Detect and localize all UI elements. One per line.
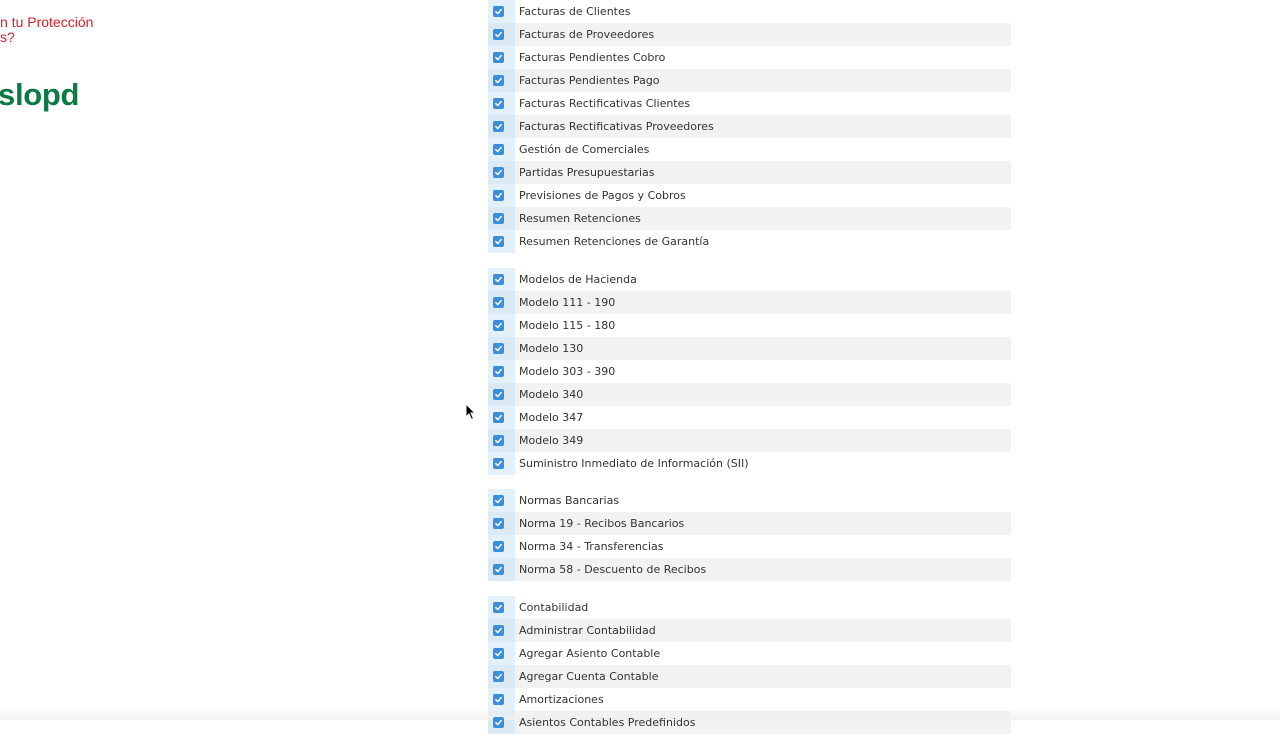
checkbox-checked-icon[interactable] [493,296,504,308]
permission-row: Normas Bancarias [488,489,1011,512]
permissions-list: Facturas de Clientes Facturas de Proveedo… [488,0,1011,748]
permission-label: Norma 19 - Recibos Bancarios [519,517,685,530]
checkbox-checked-icon[interactable] [493,190,504,201]
checkbox-checked-icon[interactable] [493,457,504,469]
permission-label: Modelo 111 - 190 [519,295,616,309]
permission-label: Suministro Inmediato de Información (SII… [519,456,749,470]
checkbox-checked-icon[interactable] [493,670,504,682]
permission-row: Norma 19 - Recibos Bancarios [488,512,1011,535]
permission-label: Administrar Contabilidad [519,623,656,637]
permission-label: Facturas Rectificativas Proveedores [519,120,714,133]
permission-row: Facturas Rectificativas Proveedores [488,115,1011,138]
permission-row: Agregar Cuenta Contable [488,664,1011,688]
permission-label: Facturas Pendientes Pago [519,74,660,87]
permission-row: Facturas Pendientes Cobro [488,46,1011,69]
checkbox-checked-icon[interactable] [493,518,504,529]
checkbox-checked-icon[interactable] [493,541,504,552]
permission-label: Modelo 303 - 390 [519,364,616,378]
permission-label: Modelo 347 [519,410,584,424]
checkbox-checked-icon[interactable] [493,6,504,17]
permission-row: Administrar Contabilidad [488,618,1011,642]
checkbox-checked-icon[interactable] [493,365,504,377]
permission-row: Facturas Rectificativas Clientes [488,92,1011,115]
permission-row: Facturas de Proveedores [488,23,1011,46]
permission-row: Previsiones de Pagos y Cobros [488,184,1011,207]
permission-row: Resumen Retenciones [488,207,1011,230]
permission-row: Facturas Pendientes Pago [488,69,1011,92]
permission-row: Modelo 130 [488,336,1011,360]
permission-row: Gestión de Comerciales [488,138,1011,161]
checkbox-checked-icon[interactable] [493,411,504,423]
permission-label: Contabilidad [519,600,589,614]
permission-label: Agregar Cuenta Contable [519,669,659,683]
permission-label: Asientos Contables Predefinidos [519,715,696,729]
permission-label: Facturas de Proveedores [519,28,655,41]
checkbox-checked-icon[interactable] [493,564,504,575]
permission-row: Resumen Retenciones de Garantía [488,230,1011,253]
checkbox-checked-icon[interactable] [493,273,504,285]
checkbox-checked-icon[interactable] [493,98,504,109]
permission-label: Norma 34 - Transferencias [519,540,664,553]
permission-label: Resumen Retenciones [519,212,641,225]
permission-row: Facturas de Clientes [488,0,1011,23]
checkbox-checked-icon[interactable] [493,624,504,636]
checkbox-checked-icon[interactable] [493,434,504,446]
permission-group: Modelos de Hacienda Modelo 111 - 190 Model… [488,267,1011,475]
checkbox-checked-icon[interactable] [493,601,504,613]
checkbox-checked-icon[interactable] [493,29,504,40]
permission-label: Gestión de Comerciales [519,143,650,156]
permission-row: Contabilidad [488,595,1011,619]
permission-label: Amortizaciones [519,692,604,706]
permission-label: Facturas de Clientes [519,5,631,18]
permission-row: Modelo 115 - 180 [488,313,1011,337]
permission-row: Agregar Asiento Contable [488,641,1011,665]
permission-row: Suministro Inmediato de Información (SII… [488,451,1011,475]
permission-row: Modelos de Hacienda [488,267,1011,291]
permission-row: Modelo 349 [488,428,1011,452]
permission-label: Modelo 340 [519,387,584,401]
checkbox-checked-icon[interactable] [493,319,504,331]
permission-label: Norma 58 - Descuento de Recibos [519,563,707,576]
permission-row: Modelo 347 [488,405,1011,429]
checkbox-checked-icon[interactable] [493,144,504,155]
permission-label: Modelo 130 [519,341,584,355]
permission-label: Modelo 349 [519,433,584,447]
permission-group: Normas Bancarias Norma 19 - Recibos Banca… [488,489,1011,581]
permission-label: Modelos de Hacienda [519,272,637,286]
permission-row: Norma 58 - Descuento de Recibos [488,558,1011,581]
checkbox-checked-icon[interactable] [493,167,504,178]
permission-label: Partidas Presupuestarias [519,166,655,179]
checkbox-checked-icon[interactable] [493,75,504,86]
checkbox-checked-icon[interactable] [493,716,504,728]
checkbox-checked-icon[interactable] [493,52,504,63]
promo-text: n tu Protección s? [0,15,93,45]
permission-row: Modelo 303 - 390 [488,359,1011,383]
checkbox-checked-icon[interactable] [493,388,504,400]
permission-label: Agregar Asiento Contable [519,646,661,660]
checkbox-checked-icon[interactable] [493,647,504,659]
permission-row: Partidas Presupuestarias [488,161,1011,184]
brand-logo-text: slopd [0,77,80,112]
permission-label: Normas Bancarias [519,494,620,507]
permission-row: Modelo 340 [488,382,1011,406]
permission-label: Facturas Pendientes Cobro [519,51,666,64]
permission-row: Norma 34 - Transferencias [488,535,1011,558]
mouse-cursor-icon [465,403,477,421]
checkbox-checked-icon[interactable] [493,236,504,247]
permission-label: Resumen Retenciones de Garantía [519,235,710,248]
promo-line-2: s? [0,29,15,45]
permission-row: Modelo 111 - 190 [488,290,1011,314]
checkbox-checked-icon[interactable] [493,121,504,132]
permission-label: Previsiones de Pagos y Cobros [519,189,686,202]
checkbox-checked-icon[interactable] [493,495,504,506]
permission-group: Facturas de Clientes Facturas de Proveedo… [488,0,1011,253]
permission-label: Modelo 115 - 180 [519,318,616,332]
checkbox-checked-icon[interactable] [493,693,504,705]
checkbox-checked-icon[interactable] [493,213,504,224]
permission-label: Facturas Rectificativas Clientes [519,97,691,110]
promo-line-1: n tu Protección [0,14,94,30]
checkbox-checked-icon[interactable] [493,342,504,354]
